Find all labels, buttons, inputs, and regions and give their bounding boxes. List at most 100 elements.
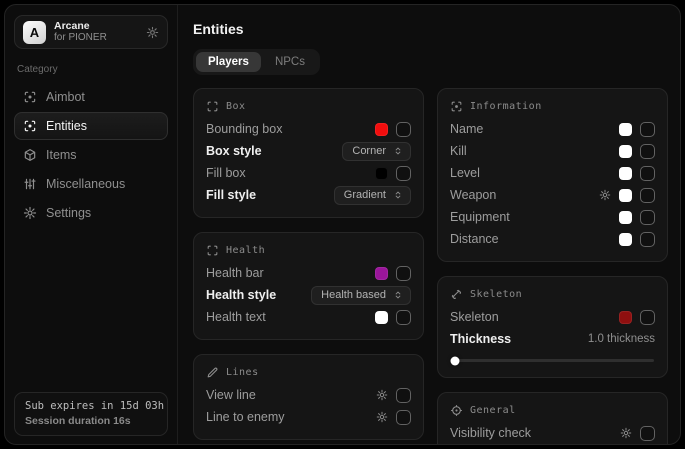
app-title: Arcane <box>54 20 138 32</box>
sidebar-item-items[interactable]: Items <box>14 141 168 169</box>
entities-icon <box>23 119 37 133</box>
bounding-box-color-swatch[interactable] <box>375 123 388 136</box>
kill-color-swatch[interactable] <box>619 145 632 158</box>
unfold-icon <box>393 190 403 200</box>
row-box-style: Box style Corner <box>206 140 411 162</box>
sidebar-item-label: Entities <box>46 119 87 133</box>
name-checkbox[interactable] <box>640 122 655 137</box>
panel-skeleton: Skeleton Skeleton Thickness 1.0 thicknes… <box>437 276 668 378</box>
panel-title: Lines <box>226 367 259 378</box>
app-window: A Arcane for PIONER Category Aimbot Enti… <box>4 4 681 445</box>
skeleton-color-swatch[interactable] <box>619 311 632 324</box>
items-icon <box>23 148 37 162</box>
fill-box-checkbox[interactable] <box>396 166 411 181</box>
weapon-gear-icon[interactable] <box>599 189 611 201</box>
account-gear-icon[interactable] <box>146 26 159 39</box>
thickness-slider[interactable] <box>451 359 654 362</box>
weapon-checkbox[interactable] <box>640 188 655 203</box>
sidebar-item-label: Miscellaneous <box>46 177 125 191</box>
thickness-slider-thumb[interactable] <box>451 356 460 365</box>
panel-title: General <box>470 405 516 416</box>
fill-style-dropdown[interactable]: Gradient <box>334 186 411 205</box>
row-health-bar: Health bar <box>206 262 411 284</box>
visibility-check-gear-icon[interactable] <box>620 427 632 439</box>
main-content: Entities Players NPCs Box Bounding box <box>178 5 680 444</box>
app-subtitle: for PIONER <box>54 32 138 44</box>
line-to-enemy-gear-icon[interactable] <box>376 411 388 423</box>
entity-tabs: Players NPCs <box>193 49 320 75</box>
row-health-text: Health text <box>206 306 411 328</box>
weapon-color-swatch[interactable] <box>619 189 632 202</box>
health-bar-color-swatch[interactable] <box>375 267 388 280</box>
panel-information: Information Name Kill <box>437 88 668 262</box>
sidebar-item-label: Settings <box>46 206 91 220</box>
row-name: Name <box>450 118 655 140</box>
row-kill: Kill <box>450 140 655 162</box>
skeleton-checkbox[interactable] <box>640 310 655 325</box>
logo-card: A Arcane for PIONER <box>14 15 168 49</box>
name-color-swatch[interactable] <box>619 123 632 136</box>
row-fill-style: Fill style Gradient <box>206 184 411 206</box>
health-bar-checkbox[interactable] <box>396 266 411 281</box>
miscellaneous-icon <box>23 177 37 191</box>
row-distance: Distance <box>450 228 655 250</box>
row-bounding-box: Bounding box <box>206 118 411 140</box>
level-checkbox[interactable] <box>640 166 655 181</box>
sidebar-item-label: Aimbot <box>46 90 85 104</box>
sub-expiry-text: Sub expires in 15d 03h <box>25 400 157 412</box>
row-weapon: Weapon <box>450 184 655 206</box>
category-label: Category <box>17 64 165 75</box>
fill-box-color-swatch[interactable] <box>375 167 388 180</box>
panel-title: Skeleton <box>470 289 522 300</box>
sidebar-item-label: Items <box>46 148 77 162</box>
sidebar-item-settings[interactable]: Settings <box>14 199 168 227</box>
tab-npcs[interactable]: NPCs <box>263 52 317 72</box>
panel-health: Health Health bar Health style Health ba… <box>193 232 424 340</box>
box-icon <box>206 100 219 113</box>
panel-lines: Lines View line Line to enemy <box>193 354 424 440</box>
row-line-to-enemy: Line to enemy <box>206 406 411 428</box>
visibility-check-checkbox[interactable] <box>640 426 655 441</box>
app-logo: A <box>23 21 46 44</box>
sidebar: A Arcane for PIONER Category Aimbot Enti… <box>5 5 178 444</box>
health-text-color-swatch[interactable] <box>375 311 388 324</box>
equipment-checkbox[interactable] <box>640 210 655 225</box>
page-title: Entities <box>193 21 668 37</box>
panel-title: Information <box>470 101 542 112</box>
lines-icon <box>206 366 219 379</box>
box-style-dropdown[interactable]: Corner <box>342 142 411 161</box>
skeleton-icon <box>450 288 463 301</box>
panel-title: Health <box>226 245 265 256</box>
unfold-icon <box>393 146 403 156</box>
tab-players[interactable]: Players <box>196 52 261 72</box>
equipment-color-swatch[interactable] <box>619 211 632 224</box>
panel-title: Box <box>226 101 246 112</box>
settings-icon <box>23 206 37 220</box>
distance-checkbox[interactable] <box>640 232 655 247</box>
row-equipment: Equipment <box>450 206 655 228</box>
row-view-line: View line <box>206 384 411 406</box>
kill-checkbox[interactable] <box>640 144 655 159</box>
view-line-gear-icon[interactable] <box>376 389 388 401</box>
line-to-enemy-checkbox[interactable] <box>396 410 411 425</box>
level-color-swatch[interactable] <box>619 167 632 180</box>
sidebar-item-aimbot[interactable]: Aimbot <box>14 83 168 111</box>
sidebar-item-miscellaneous[interactable]: Miscellaneous <box>14 170 168 198</box>
row-max-distance: Max distance 500m <box>450 444 655 445</box>
aimbot-icon <box>23 90 37 104</box>
health-text-checkbox[interactable] <box>396 310 411 325</box>
subscription-card: Sub expires in 15d 03h Session duration … <box>14 392 168 436</box>
row-level: Level <box>450 162 655 184</box>
health-style-dropdown[interactable]: Health based <box>311 286 411 305</box>
row-health-style: Health style Health based <box>206 284 411 306</box>
bounding-box-checkbox[interactable] <box>396 122 411 137</box>
row-skeleton: Skeleton <box>450 306 655 328</box>
view-line-checkbox[interactable] <box>396 388 411 403</box>
sidebar-nav: Aimbot Entities Items Miscellaneous Sett… <box>14 83 168 228</box>
thickness-value: 1.0 thickness <box>588 333 655 345</box>
sidebar-item-entities[interactable]: Entities <box>14 112 168 140</box>
distance-color-swatch[interactable] <box>619 233 632 246</box>
panel-box: Box Bounding box Box style Corner <box>193 88 424 218</box>
general-icon <box>450 404 463 417</box>
panel-general: General Visibility check Max distance 50… <box>437 392 668 445</box>
